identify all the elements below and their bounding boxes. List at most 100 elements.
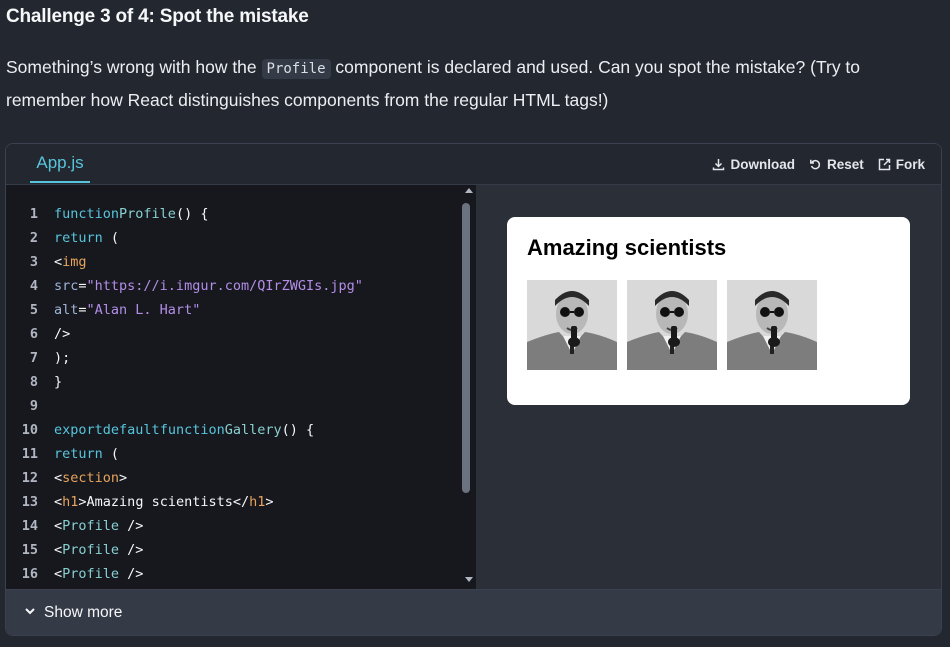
line-number: 9 — [29, 398, 38, 414]
code-line: 3 < img — [6, 250, 461, 274]
keyword: return — [54, 230, 103, 246]
attribute-name: src — [54, 278, 79, 294]
line-number: 1 — [29, 206, 38, 222]
sandbox-actions: Download Reset Fork — [712, 144, 925, 184]
code-line: 4 src = "https://i.imgur.com/QIrZWGIs.jpg" — [6, 274, 461, 298]
line-number: 4 — [29, 278, 38, 294]
reset-icon — [809, 158, 822, 171]
preview-pane: Amazing scientists — [476, 185, 941, 589]
code-line: 1 function Profile() { — [6, 202, 461, 226]
code-line: 9 — [6, 394, 461, 418]
line-number: 7 — [29, 350, 38, 366]
line-number: 13 — [21, 494, 38, 510]
reset-label: Reset — [826, 156, 864, 172]
component-name: Profile — [62, 566, 120, 582]
function-name: Gallery — [224, 422, 282, 438]
code-text: > — [119, 470, 128, 486]
line-number: 11 — [21, 446, 38, 462]
sandbox-footer: Show more — [6, 589, 941, 635]
code-text: < — [54, 566, 63, 582]
attribute-name: alt — [54, 302, 79, 318]
code-text: /> — [119, 542, 144, 558]
show-more-label: Show more — [44, 604, 123, 621]
code-line: 12 < section > — [6, 466, 461, 490]
component-name: Profile — [62, 542, 120, 558]
preview-heading: Amazing scientists — [527, 235, 727, 260]
keyword: return — [54, 446, 103, 462]
reset-button[interactable]: Reset — [809, 157, 864, 172]
challenge-counter: Challenge 3 of 4: — [6, 6, 155, 27]
line-number: 10 — [21, 422, 38, 438]
code-lines: 1 function Profile() { 2 return ( 3 < img … — [6, 202, 461, 586]
code-text: </ — [232, 494, 250, 510]
code-text: ( — [102, 230, 120, 246]
fork-label: Fork — [895, 156, 925, 172]
tag-name: img — [62, 254, 87, 270]
code-line: 14 < Profile /> — [6, 514, 461, 538]
keyword: default — [102, 422, 160, 438]
code-line: 2 return ( — [6, 226, 461, 250]
line-number: 3 — [29, 254, 38, 270]
code-text: /> — [54, 326, 71, 342]
keyword: export — [54, 422, 103, 438]
keyword: function — [54, 206, 120, 222]
function-name: Profile — [119, 206, 176, 222]
scientist-photo — [727, 280, 817, 370]
download-icon — [712, 158, 725, 171]
show-more-button[interactable]: Show more — [24, 590, 123, 635]
code-text: ); — [54, 350, 71, 366]
scroll-down-arrow-icon[interactable] — [465, 577, 473, 582]
code-text: > — [78, 494, 87, 510]
line-number: 15 — [21, 542, 38, 558]
string-literal: "Alan L. Hart" — [86, 302, 201, 318]
line-number: 12 — [21, 470, 38, 486]
sandbox-header: App.js Download Reset Fork — [6, 144, 941, 185]
line-number: 8 — [29, 374, 38, 390]
line-number: 2 — [29, 230, 38, 246]
code-line: 11 return ( — [6, 442, 461, 466]
code-text: < — [54, 542, 63, 558]
tab-app-js[interactable]: App.js — [30, 144, 90, 183]
challenge-name: Spot the mistake — [159, 6, 309, 27]
download-label: Download — [730, 156, 795, 172]
chevron-down-icon — [24, 604, 36, 622]
keyword: function — [159, 422, 225, 438]
code-text: > — [265, 494, 274, 510]
download-button[interactable]: Download — [712, 157, 795, 172]
code-line: 15 < Profile /> — [6, 538, 461, 562]
code-line: 5 alt = "Alan L. Hart" — [6, 298, 461, 322]
code-text: } — [54, 374, 63, 390]
line-number: 16 — [21, 566, 38, 582]
code-text: = — [78, 278, 87, 294]
code-text: Amazing scientists — [86, 494, 233, 510]
code-line: 13 < h1 > Amazing scientists </h1 > — [6, 490, 461, 514]
code-text: ( — [102, 446, 120, 462]
line-number: 6 — [29, 326, 38, 342]
code-line: 7 ); — [6, 346, 461, 370]
code-text: < — [54, 494, 63, 510]
fork-button[interactable]: Fork — [878, 157, 925, 172]
challenge-description: Something’s wrong with how the Profile c… — [6, 52, 936, 116]
code-text: /> — [119, 566, 144, 582]
code-text: < — [54, 518, 63, 534]
code-text: /> — [119, 518, 144, 534]
code-line: 6 /> — [6, 322, 461, 346]
component-name: Profile — [62, 518, 120, 534]
tag-name: h1 — [62, 494, 79, 510]
code-text: < — [54, 254, 63, 270]
scrollbar-thumb[interactable] — [462, 203, 470, 493]
code-text: = — [78, 302, 87, 318]
scientist-photo — [627, 280, 717, 370]
code-text: () { — [281, 422, 315, 438]
string-literal: "https://i.imgur.com/QIrZWGIs.jpg" — [86, 278, 363, 294]
code-sandbox: App.js Download Reset Fork 1 function Pr… — [5, 143, 942, 636]
code-text: () { — [175, 206, 209, 222]
fork-icon — [878, 158, 891, 171]
code-line: 16 < Profile /> — [6, 562, 461, 586]
line-number: 5 — [29, 302, 38, 318]
tag-name: h1 — [249, 494, 266, 510]
code-editor[interactable]: 1 function Profile() { 2 return ( 3 < img … — [6, 185, 476, 589]
description-text-start: Something’s wrong with how the — [6, 57, 262, 77]
preview-card: Amazing scientists — [507, 217, 910, 405]
scroll-up-arrow-icon[interactable] — [465, 188, 473, 193]
